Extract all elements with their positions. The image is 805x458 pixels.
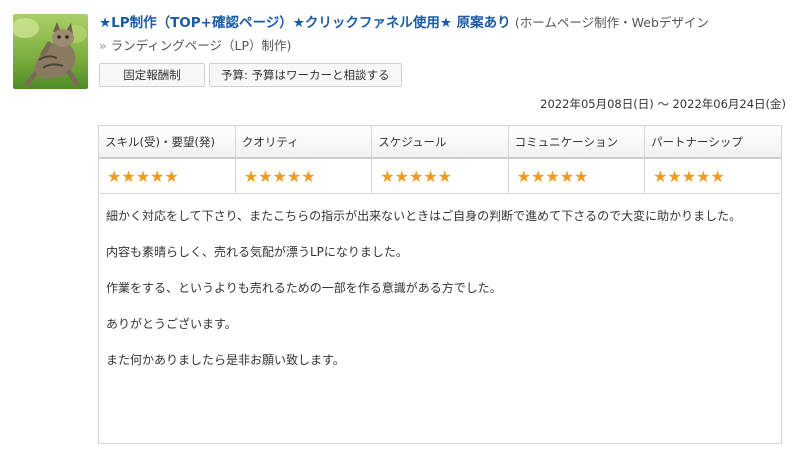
ratings-table: スキル(受)・要望(発) クオリティ スケジュール コミュニケーション パートナ…	[99, 126, 781, 194]
rating-header-partnership: パートナーシップ	[644, 126, 781, 159]
rating-cell-partnership: ★★★★★	[644, 158, 781, 194]
rating-header-quality: クオリティ	[235, 126, 373, 159]
rating-header-skill: スキル(受)・要望(発)	[99, 126, 236, 159]
comment-paragraph: 作業をする、というよりも売れるための一部を作る意識がある方でした。	[106, 281, 502, 295]
breadcrumb-separator: »	[99, 38, 107, 53]
comment-paragraph: 細かく対応をして下さり、またこちらの指示が出来ないときはご自身の判断で進めて下さ…	[106, 209, 742, 223]
budget-badge: 予算: 予算はワーカーと相談する	[209, 63, 402, 87]
rating-header-communication: コミュニケーション	[508, 126, 646, 159]
comment-paragraph: また何かありましたら是非お願い致します。	[106, 353, 345, 367]
project-title-link[interactable]: ★LP制作（TOP+確認ページ）★クリックファネル使用★ 原案あり	[99, 15, 511, 31]
ratings-stars-row: ★★★★★ ★★★★★ ★★★★★ ★★★★★ ★★★★★	[99, 158, 781, 194]
cat-photo-icon	[13, 14, 88, 89]
project-date-range: 2022年05月08日(日) ～ 2022年06月24日(金)	[540, 97, 786, 111]
project-thumbnail[interactable]	[13, 14, 88, 89]
comment-paragraph: 内容も素晴らしく、売れる気配が漂うLPになりました。	[106, 245, 408, 259]
project-subcategory-line: » ランディングページ（LP）制作)	[99, 36, 291, 56]
project-category: (ホームページ制作・Webデザイン	[514, 15, 709, 30]
project-subcategory: ランディングページ（LP）制作)	[110, 38, 292, 53]
project-title-line: ★LP制作（TOP+確認ページ）★クリックファネル使用★ 原案あり (ホームペー…	[99, 13, 799, 33]
star-rating-icon: ★★★★★	[107, 166, 179, 186]
rating-cell-skill: ★★★★★	[99, 158, 236, 194]
rating-header-schedule: スケジュール	[371, 126, 509, 159]
comment-paragraph: ありがとうございます。	[106, 317, 237, 331]
star-rating-icon: ★★★★★	[243, 166, 316, 186]
project-badges: 固定報酬制 予算: 予算はワーカーと相談する	[99, 63, 402, 87]
contract-type-badge: 固定報酬制	[99, 63, 205, 87]
rating-cell-quality: ★★★★★	[235, 158, 373, 194]
ratings-header-row: スキル(受)・要望(発) クオリティ スケジュール コミュニケーション パートナ…	[99, 126, 781, 159]
review-comment: 細かく対応をして下さり、またこちらの指示が出来ないときはご自身の判断で進めて下さ…	[99, 194, 781, 370]
star-rating-icon: ★★★★★	[516, 166, 589, 186]
review-panel: スキル(受)・要望(発) クオリティ スケジュール コミュニケーション パートナ…	[98, 125, 782, 444]
star-rating-icon: ★★★★★	[653, 166, 725, 186]
star-rating-icon: ★★★★★	[380, 166, 452, 186]
rating-cell-communication: ★★★★★	[508, 158, 646, 194]
rating-cell-schedule: ★★★★★	[371, 158, 509, 194]
